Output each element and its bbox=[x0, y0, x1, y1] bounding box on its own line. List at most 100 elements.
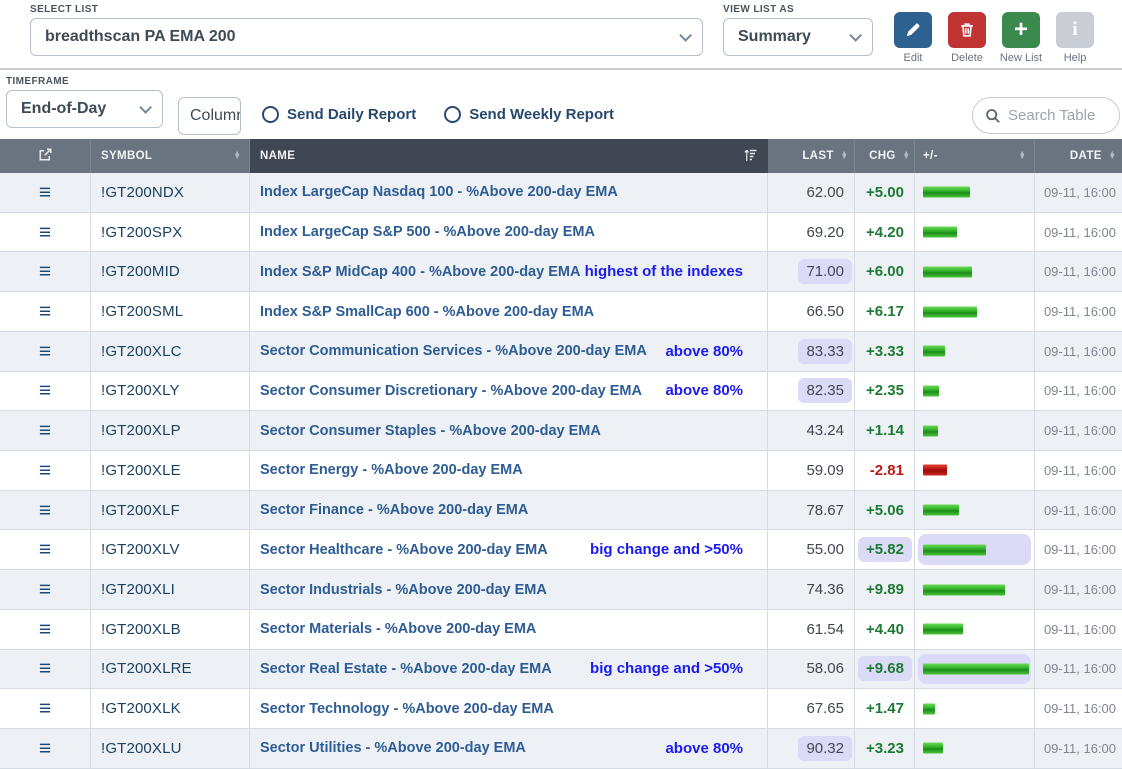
symbol-text[interactable]: !GT200XLK bbox=[101, 700, 181, 717]
symbol-text[interactable]: !GT200XLF bbox=[101, 502, 180, 519]
symbol-text[interactable]: !GT200MID bbox=[101, 263, 180, 280]
edit-button[interactable] bbox=[894, 12, 932, 48]
name-link[interactable]: Index LargeCap Nasdaq 100 - %Above 200-d… bbox=[260, 184, 618, 200]
select-list-dropdown[interactable]: breadthscan PA EMA 200 bbox=[30, 18, 703, 56]
menu-icon[interactable]: ≡ bbox=[39, 341, 51, 362]
menu-icon[interactable]: ≡ bbox=[39, 658, 51, 679]
header-symbol[interactable]: SYMBOL ▲▼ bbox=[91, 139, 250, 173]
header-last[interactable]: LAST ▲▼ bbox=[768, 139, 855, 173]
symbol-text[interactable]: !GT200XLE bbox=[101, 462, 181, 479]
symbol-text[interactable]: !GT200SML bbox=[101, 303, 183, 320]
name-link[interactable]: Sector Consumer Discretionary - %Above 2… bbox=[260, 383, 642, 399]
symbol-text[interactable]: !GT200XLC bbox=[101, 343, 182, 360]
symbol-text[interactable]: !GT200XLU bbox=[101, 740, 182, 757]
last-cell: 67.65 bbox=[768, 689, 855, 728]
help-button[interactable]: i bbox=[1056, 12, 1094, 48]
select-list-value: breadthscan PA EMA 200 bbox=[45, 28, 236, 46]
menu-icon[interactable]: ≡ bbox=[39, 500, 51, 521]
row-menu-cell[interactable]: ≡ bbox=[0, 372, 91, 411]
pencil-icon bbox=[904, 21, 922, 39]
symbol-text[interactable]: !GT200XLRE bbox=[101, 660, 192, 677]
row-menu-cell[interactable]: ≡ bbox=[0, 252, 91, 291]
send-weekly-report-radio[interactable]: Send Weekly Report bbox=[444, 106, 614, 123]
row-menu-cell[interactable]: ≡ bbox=[0, 689, 91, 728]
menu-icon[interactable]: ≡ bbox=[39, 261, 51, 282]
search-input[interactable] bbox=[1008, 107, 1109, 124]
name-link[interactable]: Sector Energy - %Above 200-day EMA bbox=[260, 462, 523, 478]
row-menu-cell[interactable]: ≡ bbox=[0, 650, 91, 689]
date-cell: 09-11, 16:00 bbox=[1035, 213, 1122, 252]
chg-cell: +5.82 bbox=[855, 530, 915, 569]
change-bar bbox=[923, 346, 945, 357]
last-value: 62.00 bbox=[798, 180, 852, 205]
menu-icon[interactable]: ≡ bbox=[39, 420, 51, 441]
name-link[interactable]: Sector Consumer Staples - %Above 200-day… bbox=[260, 423, 601, 439]
symbol-text[interactable]: !GT200NDX bbox=[101, 184, 184, 201]
bar-cell bbox=[915, 292, 1035, 331]
name-link[interactable]: Index S&P SmallCap 600 - %Above 200-day … bbox=[260, 304, 594, 320]
table-row: ≡ !GT200XLV Sector Healthcare - %Above 2… bbox=[0, 530, 1122, 570]
row-menu-cell[interactable]: ≡ bbox=[0, 729, 91, 768]
name-link[interactable]: Sector Communication Services - %Above 2… bbox=[260, 343, 647, 359]
bar-cell bbox=[915, 173, 1035, 212]
row-menu-cell[interactable]: ≡ bbox=[0, 451, 91, 490]
menu-icon[interactable]: ≡ bbox=[39, 619, 51, 640]
row-menu-cell[interactable]: ≡ bbox=[0, 292, 91, 331]
last-value: 66.50 bbox=[798, 299, 852, 324]
columns-button[interactable]: Columns bbox=[178, 97, 241, 135]
symbol-text[interactable]: !GT200XLY bbox=[101, 382, 180, 399]
table-row: ≡ !GT200XLI Sector Industrials - %Above … bbox=[0, 570, 1122, 610]
symbol-text[interactable]: !GT200XLI bbox=[101, 581, 175, 598]
symbol-text[interactable]: !GT200XLP bbox=[101, 422, 181, 439]
menu-icon[interactable]: ≡ bbox=[39, 539, 51, 560]
menu-icon[interactable]: ≡ bbox=[39, 222, 51, 243]
search-icon bbox=[985, 108, 1001, 124]
menu-icon[interactable]: ≡ bbox=[39, 460, 51, 481]
name-link[interactable]: Sector Materials - %Above 200-day EMA bbox=[260, 621, 536, 637]
header-external-link[interactable] bbox=[0, 139, 91, 173]
delete-button[interactable] bbox=[948, 12, 986, 48]
view-list-as-dropdown[interactable]: Summary bbox=[723, 18, 873, 56]
name-link[interactable]: Index LargeCap S&P 500 - %Above 200-day … bbox=[260, 224, 595, 240]
name-link[interactable]: Sector Industrials - %Above 200-day EMA bbox=[260, 582, 547, 598]
name-link[interactable]: Index S&P MidCap 400 - %Above 200-day EM… bbox=[260, 264, 580, 280]
row-menu-cell[interactable]: ≡ bbox=[0, 530, 91, 569]
header-date[interactable]: DATE ▲▼ bbox=[1035, 139, 1122, 173]
symbol-text[interactable]: !GT200SPX bbox=[101, 224, 182, 241]
row-menu-cell[interactable]: ≡ bbox=[0, 213, 91, 252]
row-menu-cell[interactable]: ≡ bbox=[0, 411, 91, 450]
row-menu-cell[interactable]: ≡ bbox=[0, 173, 91, 212]
sort-toggle-icon: ▲▼ bbox=[1109, 152, 1116, 161]
table-row: ≡ !GT200XLP Sector Consumer Staples - %A… bbox=[0, 411, 1122, 451]
menu-icon[interactable]: ≡ bbox=[39, 579, 51, 600]
header-plus-minus[interactable]: +/- ▲▼ bbox=[915, 139, 1035, 173]
menu-icon[interactable]: ≡ bbox=[39, 738, 51, 759]
name-link[interactable]: Sector Technology - %Above 200-day EMA bbox=[260, 701, 554, 717]
name-link[interactable]: Sector Real Estate - %Above 200-day EMA bbox=[260, 661, 552, 677]
menu-icon[interactable]: ≡ bbox=[39, 380, 51, 401]
row-menu-cell[interactable]: ≡ bbox=[0, 332, 91, 371]
date-value: 09-11, 16:00 bbox=[1044, 344, 1116, 359]
chg-value: +9.89 bbox=[858, 577, 912, 602]
row-menu-cell[interactable]: ≡ bbox=[0, 610, 91, 649]
name-link[interactable]: Sector Healthcare - %Above 200-day EMA bbox=[260, 542, 548, 558]
menu-icon[interactable]: ≡ bbox=[39, 698, 51, 719]
name-link[interactable]: Sector Finance - %Above 200-day EMA bbox=[260, 502, 528, 518]
date-cell: 09-11, 16:00 bbox=[1035, 411, 1122, 450]
symbol-text[interactable]: !GT200XLV bbox=[101, 541, 180, 558]
header-name[interactable]: NAME bbox=[250, 139, 768, 173]
symbol-text[interactable]: !GT200XLB bbox=[101, 621, 181, 638]
row-menu-cell[interactable]: ≡ bbox=[0, 570, 91, 609]
search-table-box[interactable] bbox=[972, 97, 1120, 134]
menu-icon[interactable]: ≡ bbox=[39, 182, 51, 203]
chg-value: +6.00 bbox=[858, 259, 912, 284]
new-list-button[interactable]: + bbox=[1002, 12, 1040, 48]
name-link[interactable]: Sector Utilities - %Above 200-day EMA bbox=[260, 740, 526, 756]
menu-icon[interactable]: ≡ bbox=[39, 301, 51, 322]
timeframe-dropdown[interactable]: End-of-Day bbox=[6, 90, 163, 128]
last-cell: 55.00 bbox=[768, 530, 855, 569]
send-daily-report-radio[interactable]: Send Daily Report bbox=[262, 106, 416, 123]
row-menu-cell[interactable]: ≡ bbox=[0, 491, 91, 530]
date-value: 09-11, 16:00 bbox=[1044, 542, 1116, 557]
header-chg[interactable]: CHG ▲▼ bbox=[855, 139, 915, 173]
